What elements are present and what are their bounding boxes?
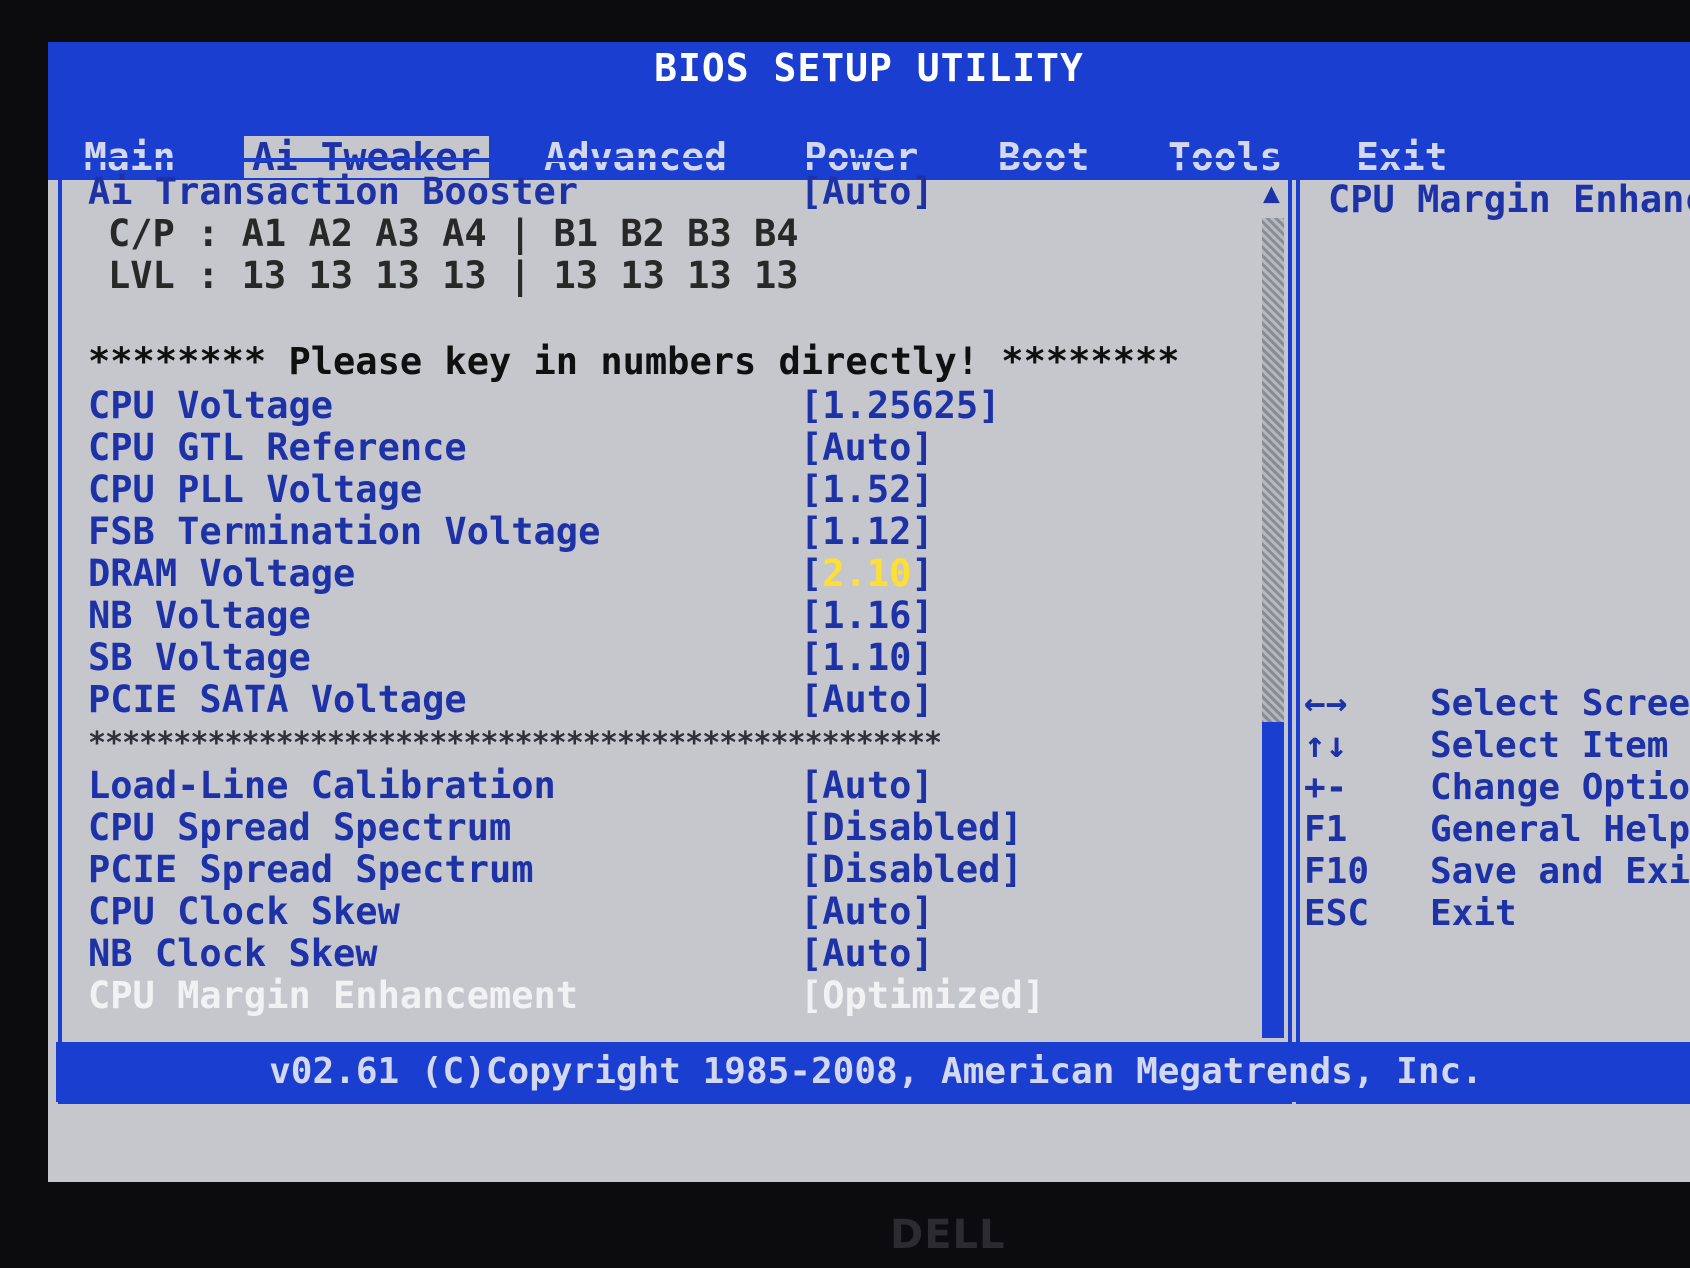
left-right-arrows-icon: ←→	[1304, 683, 1348, 724]
setting-label: CPU Spread Spectrum	[88, 806, 512, 849]
scrollbar-thumb[interactable]	[1262, 722, 1284, 1038]
cp-info-line: C/P : A1 A2 A3 A4 | B1 B2 B3 B4	[108, 212, 799, 255]
setting-label: SB Voltage	[88, 636, 311, 679]
setting-value: [Optimized]	[800, 974, 1046, 1017]
setting-dram-voltage[interactable]: DRAM Voltage [2.10]	[88, 552, 934, 596]
key-action: Change Optio	[1430, 767, 1690, 808]
setting-nb-clock-skew[interactable]: NB Clock Skew [Auto]	[88, 932, 934, 976]
key-action: Save and Exi	[1430, 851, 1690, 892]
setting-value: [1.52]	[800, 468, 934, 511]
setting-value: [Disabled]	[800, 848, 1023, 891]
setting-value: [Disabled]	[800, 806, 1023, 849]
setting-nb-voltage[interactable]: NB Voltage [1.16]	[88, 594, 934, 638]
setting-value: [Auto]	[800, 932, 934, 975]
setting-label: CPU Clock Skew	[88, 890, 400, 933]
dram-voltage-input[interactable]: 2.10	[822, 552, 911, 595]
setting-label: DRAM Voltage	[88, 552, 356, 595]
setting-cpu-pll-voltage[interactable]: CPU PLL Voltage [1.52]	[88, 468, 934, 512]
setting-cpu-spread-spectrum[interactable]: CPU Spread Spectrum [Disabled]	[88, 806, 1023, 850]
setting-value: [2.10]	[800, 552, 934, 596]
setting-fsb-termination-voltage[interactable]: FSB Termination Voltage [1.12]	[88, 510, 934, 554]
setting-ai-transaction-booster[interactable]: Ai Transaction Booster [Auto]	[88, 170, 934, 214]
bios-title: BIOS SETUP UTILITY	[48, 42, 1690, 94]
key-hint: +- Change Optio	[1304, 766, 1690, 810]
setting-label: CPU Margin Enhancement	[88, 974, 579, 1017]
setting-cpu-margin-enhancement[interactable]: CPU Margin Enhancement [Optimized]	[88, 974, 1045, 1018]
help-panel	[1296, 158, 1690, 1104]
setting-value: [1.12]	[800, 510, 934, 553]
bracket-close: ]	[911, 552, 934, 595]
notice-text: ******** Please key in numbers directly!…	[88, 340, 1180, 383]
setting-value: [Auto]	[800, 890, 934, 933]
key-action: Select Scree	[1430, 683, 1690, 724]
setting-label: Load-Line Calibration	[88, 764, 556, 807]
setting-pcie-spread-spectrum[interactable]: PCIE Spread Spectrum [Disabled]	[88, 848, 1023, 892]
setting-value: [Auto]	[800, 764, 934, 807]
setting-label: CPU GTL Reference	[88, 426, 467, 469]
setting-label: CPU PLL Voltage	[88, 468, 423, 511]
setting-label: NB Clock Skew	[88, 932, 378, 975]
key-label: ESC	[1304, 893, 1370, 934]
key-hint: ←→ Select Scree	[1304, 682, 1690, 726]
key-label: F10	[1304, 851, 1370, 892]
key-action: Exit	[1430, 893, 1517, 934]
key-label: +-	[1304, 767, 1348, 808]
setting-value: [Auto]	[800, 678, 934, 721]
help-title: CPU Margin Enhanc	[1328, 178, 1690, 221]
up-down-arrows-icon: ↑↓	[1304, 725, 1348, 766]
setting-cpu-clock-skew[interactable]: CPU Clock Skew [Auto]	[88, 890, 934, 934]
scroll-up-icon[interactable]: ▲	[1263, 176, 1280, 209]
key-hint: ESC Exit	[1304, 892, 1517, 936]
key-hint: F1 General Help	[1304, 808, 1690, 852]
setting-label: NB Voltage	[88, 594, 311, 637]
monitor-brand-logo: DELL	[890, 1212, 1006, 1258]
setting-label: CPU Voltage	[88, 384, 334, 427]
bios-screen: BIOS SETUP UTILITY Main Ai Tweaker Advan…	[48, 42, 1690, 1182]
setting-pcie-sata-voltage[interactable]: PCIE SATA Voltage [Auto]	[88, 678, 934, 722]
setting-cpu-gtl-reference[interactable]: CPU GTL Reference [Auto]	[88, 426, 934, 470]
setting-label: FSB Termination Voltage	[88, 510, 601, 553]
setting-value: [1.10]	[800, 636, 934, 679]
setting-label: Ai Transaction Booster	[88, 170, 579, 213]
setting-load-line-calibration[interactable]: Load-Line Calibration [Auto]	[88, 764, 934, 808]
key-action: General Help	[1430, 809, 1690, 850]
key-hint: F10 Save and Exi	[1304, 850, 1690, 894]
bracket-open: [	[800, 552, 823, 595]
separator-line: ****************************************…	[88, 726, 942, 761]
setting-value: [Auto]	[800, 426, 934, 469]
setting-value: [Auto]	[800, 170, 934, 213]
copyright-footer: v02.61 (C)Copyright 1985-2008, American …	[56, 1042, 1690, 1102]
setting-value: [1.16]	[800, 594, 934, 637]
key-action: Select Item	[1430, 725, 1669, 766]
setting-cpu-voltage[interactable]: CPU Voltage [1.25625]	[88, 384, 1000, 428]
key-hint: ↑↓ Select Item	[1304, 724, 1668, 768]
setting-value: [1.25625]	[800, 384, 1001, 427]
key-label: F1	[1304, 809, 1348, 850]
setting-label: PCIE Spread Spectrum	[88, 848, 534, 891]
setting-label: PCIE SATA Voltage	[88, 678, 467, 721]
lvl-info-line: LVL : 13 13 13 13 | 13 13 13 13	[108, 254, 799, 297]
setting-sb-voltage[interactable]: SB Voltage [1.10]	[88, 636, 934, 680]
